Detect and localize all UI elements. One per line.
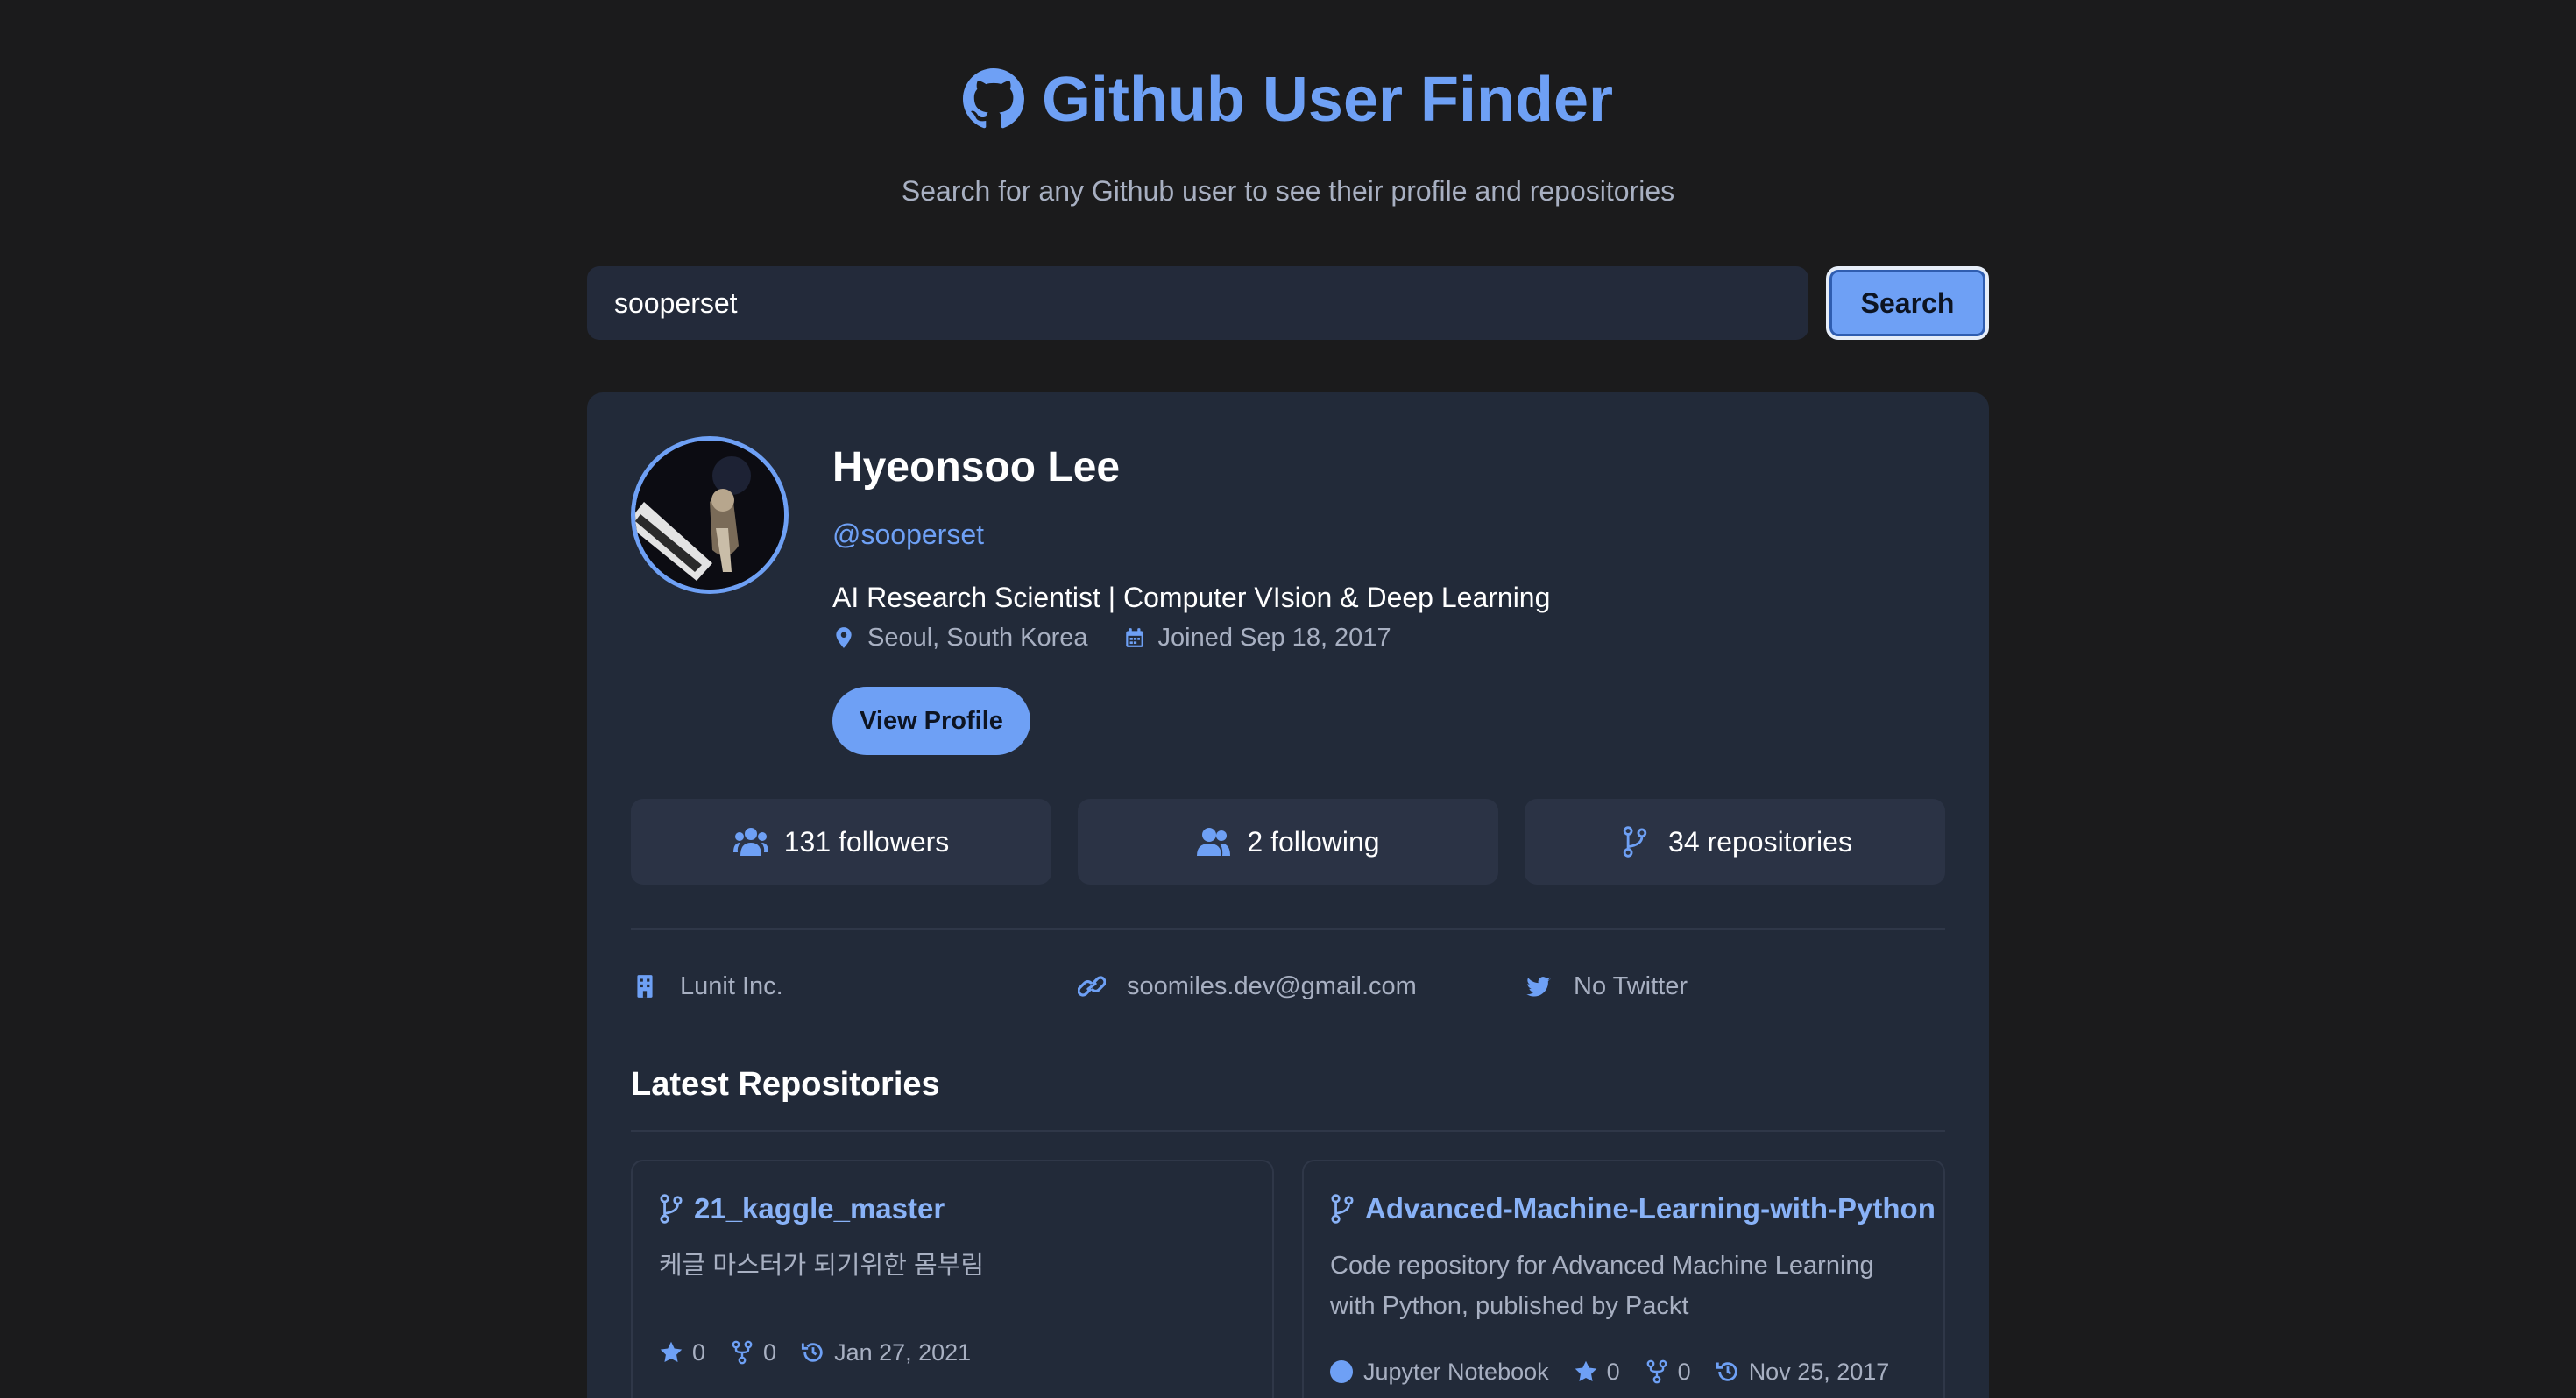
link-icon (1078, 976, 1106, 997)
repo-description: Code repository for Advanced Machine Lea… (1330, 1252, 1874, 1320)
stats-row: 131 followers 2 following 34 repositorie… (631, 799, 1945, 885)
repo-forks: 0 (730, 1339, 776, 1366)
map-pin-icon (836, 627, 852, 648)
stat-following: 2 following (1078, 799, 1498, 885)
following-count: 2 following (1247, 825, 1380, 858)
repo-link[interactable]: Advanced-Machine-Learning-with-Python (1330, 1191, 1936, 1226)
twitter-info: No Twitter (1525, 969, 1688, 1004)
code-branch-icon (1623, 826, 1647, 858)
code-branch-icon (660, 1194, 683, 1224)
location-text: Seoul, South Korea (867, 623, 1088, 652)
avatar-image (635, 441, 784, 590)
repo-meta: 0 0 Jan 27, 2021 (659, 1337, 995, 1368)
star-icon (1575, 1360, 1596, 1381)
profile-card: Hyeonsoo Lee @sooperset AI Research Scie… (587, 392, 1989, 1398)
app-subtitle: Search for any Github user to see their … (901, 175, 1675, 207)
repo-link[interactable]: 21_kaggle_master (659, 1191, 945, 1226)
repo-language-name: Jupyter Notebook (1363, 1358, 1549, 1385)
star-icon (660, 1341, 683, 1362)
users-icon (732, 828, 768, 856)
repo-updated-date: Jan 27, 2021 (834, 1338, 972, 1366)
repo-stars-count: 0 (1606, 1358, 1620, 1385)
language-color-dot (1330, 1360, 1353, 1383)
repo-card: 21_kaggle_master 케글 마스터가 되기위한 몸부림 0 0 Ja… (631, 1160, 1274, 1398)
user-group-icon (1197, 828, 1231, 856)
repo-card: Advanced-Machine-Learning-with-Python Co… (1302, 1160, 1945, 1398)
divider (631, 928, 1945, 930)
repo-name: Advanced-Machine-Learning-with-Python (1365, 1192, 1936, 1225)
user-handle-link[interactable]: @sooperset (832, 517, 984, 552)
stat-repositories: 34 repositories (1525, 799, 1945, 885)
repo-language: Jupyter Notebook (1330, 1359, 1549, 1386)
divider (631, 1130, 1945, 1132)
repo-stars: 0 (659, 1339, 705, 1366)
stat-followers: 131 followers (631, 799, 1051, 885)
repositories-count: 34 repositories (1668, 825, 1852, 858)
repo-forks-count: 0 (1677, 1358, 1691, 1385)
repo-meta: Jupyter Notebook 0 0 Nov 25, 2017 (1330, 1356, 1914, 1387)
user-meta: Seoul, South Korea Joined Sep 18, 2017 (832, 622, 1391, 653)
history-icon (801, 1343, 823, 1362)
latest-repositories-heading: Latest Repositories (631, 1066, 940, 1103)
search-input[interactable] (587, 266, 1808, 340)
building-icon (637, 975, 653, 998)
user-bio: AI Research Scientist | Computer VIsion … (832, 582, 1551, 613)
fork-icon (1646, 1359, 1667, 1384)
info-row: Lunit Inc. soomiles.dev@gmail.com No Twi… (631, 969, 1945, 1004)
repo-stars-count: 0 (692, 1338, 706, 1366)
repo-forks: 0 (1645, 1359, 1691, 1386)
history-icon (1716, 1362, 1737, 1381)
fork-icon (732, 1340, 753, 1365)
view-profile-button[interactable]: View Profile (832, 687, 1030, 755)
company-text: Lunit Inc. (680, 971, 783, 1000)
followers-count: 131 followers (783, 825, 950, 858)
location: Seoul, South Korea (832, 624, 1088, 653)
twitter-icon (1526, 977, 1551, 997)
app-page: Github User Finder Search for any Github… (0, 0, 2576, 1398)
avatar (631, 436, 789, 594)
app-title: Github User Finder (0, 60, 2576, 140)
blog-link[interactable]: soomiles.dev@gmail.com (1127, 972, 1417, 1001)
repo-stars: 0 (1574, 1359, 1620, 1386)
twitter-text: No Twitter (1574, 971, 1688, 1000)
repo-updated: Jan 27, 2021 (801, 1339, 971, 1366)
user-name: Hyeonsoo Lee (832, 444, 1121, 491)
github-icon (962, 68, 1024, 129)
search-button[interactable]: Search (1826, 266, 1989, 340)
join-date: Joined Sep 18, 2017 (1123, 624, 1391, 653)
repo-description: 케글 마스터가 되기위한 몸부림 (659, 1252, 985, 1280)
repo-forks-count: 0 (763, 1338, 777, 1366)
repo-name: 21_kaggle_master (694, 1192, 945, 1225)
blog-info: soomiles.dev@gmail.com (1078, 969, 1417, 1004)
join-date-text: Joined Sep 18, 2017 (1157, 623, 1391, 652)
code-branch-icon (1331, 1194, 1354, 1224)
repo-updated: Nov 25, 2017 (1716, 1358, 1890, 1386)
repo-updated-date: Nov 25, 2017 (1748, 1358, 1890, 1385)
company-info: Lunit Inc. (631, 969, 783, 1004)
app-title-text: Github User Finder (1041, 65, 1614, 135)
calendar-icon (1125, 628, 1143, 647)
